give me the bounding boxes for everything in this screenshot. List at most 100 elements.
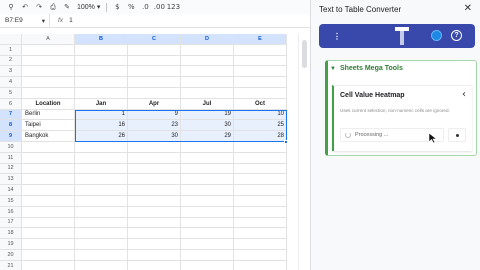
row-header[interactable]: 21 [0, 260, 22, 270]
row-header[interactable]: 20 [0, 249, 22, 261]
sheet-cell[interactable] [234, 87, 287, 99]
sheet-cell[interactable] [234, 249, 287, 261]
undo-icon[interactable]: ↶ [18, 1, 32, 13]
sheet-cell[interactable]: 16 [75, 120, 128, 132]
sheet-cell[interactable] [234, 174, 287, 186]
sheet-cell[interactable] [75, 206, 128, 218]
sheet-cell[interactable] [22, 174, 75, 186]
search-icon[interactable]: ⚲ [4, 1, 18, 13]
sheet-cell[interactable] [234, 260, 287, 270]
sheet-cell[interactable] [181, 87, 234, 99]
sheet-cell[interactable] [181, 163, 234, 175]
sheet-cell[interactable] [234, 163, 287, 175]
sheet-cell[interactable]: 19 [181, 109, 234, 121]
paint-format-icon[interactable]: ✎ [60, 1, 74, 13]
row-header[interactable]: 11 [0, 152, 22, 164]
sheet-cell[interactable] [181, 185, 234, 196]
sheet-cell[interactable] [234, 239, 287, 250]
sheet-cell[interactable]: 26 [75, 131, 128, 142]
row-header[interactable]: 19 [0, 239, 22, 250]
sheet-cell[interactable] [181, 66, 234, 78]
sheet-cell[interactable] [22, 141, 75, 153]
sheet-cell[interactable] [22, 217, 75, 229]
sheet-cell[interactable] [181, 174, 234, 186]
sheet-cell[interactable] [128, 206, 181, 218]
print-icon[interactable]: ⎙ [46, 1, 60, 13]
sheet-cell[interactable] [128, 163, 181, 175]
sheet-cell[interactable] [22, 44, 75, 56]
sheet-cell[interactable] [128, 87, 181, 99]
sheet-cell[interactable] [75, 77, 128, 88]
sheet-cell[interactable] [234, 55, 287, 67]
number-format-button[interactable]: 123 [166, 1, 180, 13]
sheet-cell[interactable] [128, 239, 181, 250]
sheet-cell[interactable] [75, 260, 128, 270]
sheet-cell[interactable]: Oct [234, 98, 287, 110]
decrease-decimal-button[interactable]: .0 [138, 1, 152, 13]
column-header-d[interactable]: D [181, 34, 234, 45]
sheet-cell[interactable] [128, 185, 181, 196]
sheet-cell[interactable]: 30 [181, 120, 234, 132]
sheet-cell[interactable] [234, 77, 287, 88]
sheet-cell[interactable] [234, 228, 287, 240]
scrollbar-thumb[interactable] [302, 40, 307, 68]
sheet-cell[interactable]: 23 [128, 120, 181, 132]
vertical-scrollbar[interactable] [298, 34, 310, 270]
sheet-cell[interactable] [22, 185, 75, 196]
sheet-cell[interactable] [234, 44, 287, 56]
sheet-cell[interactable] [75, 195, 128, 207]
sheet-cell[interactable] [75, 174, 128, 186]
sheet-cell[interactable]: 30 [128, 131, 181, 142]
sheet-cell[interactable] [22, 152, 75, 164]
sheet-cell[interactable] [181, 55, 234, 67]
sheet-cell[interactable] [128, 141, 181, 153]
column-header-b[interactable]: B [75, 34, 128, 45]
row-header[interactable]: 17 [0, 217, 22, 229]
sheet-cell[interactable] [234, 217, 287, 229]
sheet-cell[interactable] [128, 174, 181, 186]
row-header[interactable]: 14 [0, 185, 22, 196]
sheet-cell[interactable] [75, 249, 128, 261]
sheet-cell[interactable] [128, 77, 181, 88]
row-header[interactable]: 18 [0, 228, 22, 240]
sheet-cell[interactable]: 9 [128, 109, 181, 121]
sheet-cell[interactable] [181, 217, 234, 229]
sheet-cell[interactable] [128, 228, 181, 240]
sheet-cell[interactable] [181, 195, 234, 207]
row-header[interactable]: 16 [0, 206, 22, 218]
sheet-cell[interactable]: 25 [234, 120, 287, 132]
sheet-cell[interactable] [22, 260, 75, 270]
row-header[interactable]: 15 [0, 195, 22, 207]
percent-format-button[interactable]: % [124, 1, 138, 13]
row-header[interactable]: 12 [0, 163, 22, 175]
sheet-cell[interactable]: Bangkok [22, 131, 75, 142]
close-icon[interactable]: ✕ [464, 3, 472, 14]
sheet-cell[interactable]: Taipei [22, 120, 75, 132]
option-button[interactable] [448, 128, 466, 142]
sheet-cell[interactable] [234, 152, 287, 164]
sheet-cell[interactable] [75, 44, 128, 56]
section-header[interactable]: ▼ Sheets Mega Tools [330, 65, 403, 72]
sheet-cell[interactable] [22, 195, 75, 207]
sheet-cell[interactable] [75, 217, 128, 229]
sheet-cell[interactable]: Apr [128, 98, 181, 110]
sheet-cell[interactable] [22, 239, 75, 250]
name-box[interactable]: B7:E9 ▾ [0, 14, 50, 27]
select-all-corner[interactable] [0, 34, 22, 45]
sheet-cell[interactable] [22, 55, 75, 67]
sheet-cell[interactable] [75, 163, 128, 175]
sheet-cell[interactable]: Location [22, 98, 75, 110]
sheet-cell[interactable] [22, 77, 75, 88]
sheet-cell[interactable] [181, 77, 234, 88]
column-header-e[interactable]: E [234, 34, 287, 45]
globe-icon[interactable] [431, 30, 442, 41]
sheet-cell[interactable] [128, 44, 181, 56]
sheet-cell[interactable] [22, 249, 75, 261]
sheet-cell[interactable] [75, 141, 128, 153]
sheet-cell[interactable] [181, 152, 234, 164]
sheet-cell[interactable] [181, 141, 234, 153]
sheet-cell[interactable] [75, 55, 128, 67]
sheet-cell[interactable] [22, 163, 75, 175]
fill-handle[interactable] [284, 140, 288, 144]
row-header[interactable]: 2 [0, 55, 22, 67]
